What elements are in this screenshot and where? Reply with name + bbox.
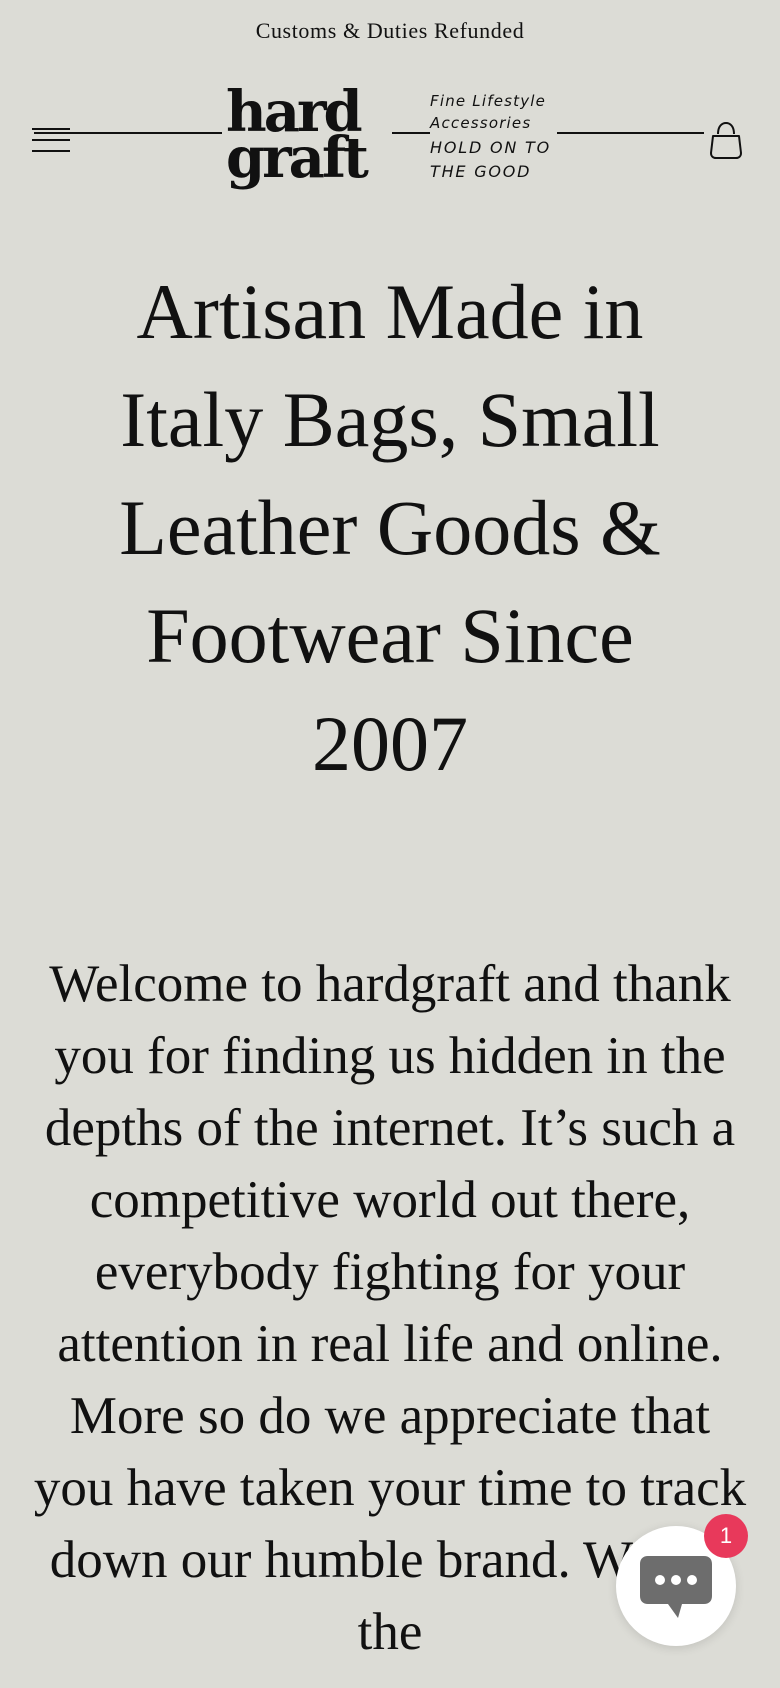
hamburger-menu-icon xyxy=(32,128,70,130)
cart-button[interactable] xyxy=(704,118,748,162)
announcement-bar[interactable]: Customs & Duties Refunded xyxy=(0,18,780,44)
logo-word-graft: graft xyxy=(226,125,369,191)
site-header: hard graft Fine Lifestyle Accessories HO… xyxy=(0,80,780,200)
shopping-bag-icon xyxy=(710,121,742,159)
hamburger-menu-icon-line xyxy=(32,139,70,141)
hero-title: Artisan Made in Italy Bags, Small Leathe… xyxy=(119,268,661,787)
chat-bubble-icon xyxy=(640,1556,712,1618)
menu-button[interactable] xyxy=(30,124,72,158)
brand-tagline: Fine Lifestyle Accessories HOLD ON TO TH… xyxy=(430,90,557,184)
brand-logo[interactable]: hard graft xyxy=(222,84,392,196)
tagline-line: Fine Lifestyle xyxy=(430,92,547,110)
tagline-slogan-line: THE GOOD xyxy=(430,162,532,181)
hamburger-menu-icon-line xyxy=(32,150,70,152)
tagline-slogan-line: HOLD ON TO xyxy=(430,138,551,157)
tagline-line: Accessories xyxy=(430,114,532,132)
page: Customs & Duties Refunded hard graft Fin… xyxy=(0,0,780,1688)
chat-unread-badge: 1 xyxy=(704,1514,748,1558)
